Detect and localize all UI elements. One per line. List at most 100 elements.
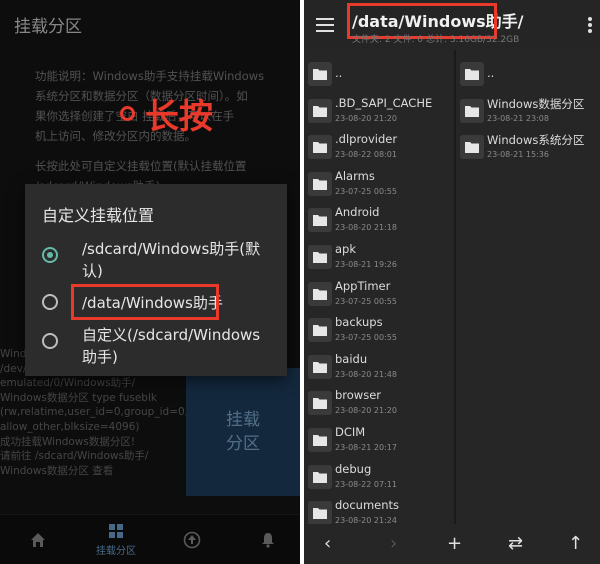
folder-row[interactable]: documents 23-08-20 21:24 xyxy=(304,495,454,524)
log-line: 请前往 /sdcard/Windows助手/ xyxy=(0,450,149,463)
folder-row[interactable]: baidu 23-08-20 21:48 xyxy=(304,349,454,385)
folder-row[interactable]: Android 23-08-20 21:18 xyxy=(304,202,454,238)
home-icon xyxy=(31,533,45,547)
folder-name: baidu xyxy=(335,351,368,366)
highlight-box xyxy=(71,284,219,320)
folder-date: 23-08-20 21:24 xyxy=(335,516,397,524)
custom-mount-location-dialog: 自定义挂载位置 /sdcard/Windows助手(默 认) /data/Win… xyxy=(25,184,287,376)
folder-icon xyxy=(308,501,332,524)
folder-name: backups xyxy=(335,315,383,330)
file-manager-toolbar: /data/Windows助手/ 文件夹: 2 文件: 0 总计: 3.16GB… xyxy=(304,0,600,50)
forward-arrow-icon[interactable]: › xyxy=(390,534,397,554)
folder-row[interactable]: Alarms 23-07-25 00:55 xyxy=(304,166,454,202)
more-options-icon[interactable] xyxy=(588,17,592,35)
nav-upload[interactable] xyxy=(174,515,210,564)
nav-mount-partition[interactable]: 挂载分区 xyxy=(88,515,144,564)
folder-icon xyxy=(308,318,332,343)
option-sdcard-default[interactable]: /sdcard/Windows助手(默 认) xyxy=(25,238,287,288)
log-line: emulated/0/Windows助手/ xyxy=(0,377,136,390)
dialog-title: 自定义挂载位置 xyxy=(42,206,155,225)
radio-unselected-icon[interactable] xyxy=(42,294,58,310)
folder-row[interactable]: .BD_SAPI_CACHE 23-08-20 21:20 xyxy=(304,93,454,129)
folder-name: Windows数据分区 xyxy=(487,96,585,111)
folder-name: AppTimer xyxy=(335,278,391,293)
folder-icon xyxy=(308,354,332,379)
swap-icon[interactable]: ⇄ xyxy=(508,534,523,554)
folder-date: 23-08-21 20:17 xyxy=(335,443,397,452)
folder-date: 23-07-25 00:55 xyxy=(335,186,397,196)
folder-name: Alarms xyxy=(335,168,375,183)
folder-row[interactable]: .. xyxy=(304,56,454,92)
folder-date: 23-08-22 07:11 xyxy=(335,479,397,489)
mount-button-label: 分区 xyxy=(226,434,260,454)
folder-icon xyxy=(460,98,484,123)
folder-date: 23-08-22 08:01 xyxy=(335,150,397,160)
folder-name: Windows系统分区 xyxy=(487,133,585,148)
option-label: 自定义(/sdcard/Windows 助手) xyxy=(82,324,272,368)
folder-icon xyxy=(460,62,484,86)
option-label-line: 认) xyxy=(82,262,103,280)
folder-row[interactable]: .. xyxy=(456,56,600,92)
option-label-line: 助手) xyxy=(82,348,118,366)
folder-icon xyxy=(308,391,332,416)
folder-row[interactable]: Windows数据分区 23-08-21 23:08 xyxy=(456,93,600,129)
app-title: 挂载分区 xyxy=(14,17,82,37)
folder-date: 23-08-21 15:36 xyxy=(487,150,549,160)
folder-date: 23-08-20 21:48 xyxy=(335,369,397,379)
log-line: Windows数据分区 查看 xyxy=(0,464,114,477)
option-label: /sdcard/Windows助手(默 认) xyxy=(82,238,272,282)
back-arrow-icon[interactable]: ‹ xyxy=(324,534,331,554)
folder-row[interactable]: .dlprovider 23-08-22 08:01 xyxy=(304,129,454,165)
radio-selected-icon[interactable] xyxy=(42,247,58,263)
folder-icon xyxy=(308,98,332,123)
folder-date: 23-08-20 21:20 xyxy=(335,406,397,416)
nav-home[interactable] xyxy=(20,515,56,564)
folder-icon xyxy=(308,464,332,489)
nav-notifications[interactable] xyxy=(250,515,286,564)
option-custom[interactable]: 自定义(/sdcard/Windows 助手) xyxy=(25,324,287,374)
folder-row[interactable]: browser 23-08-20 21:20 xyxy=(304,385,454,421)
long-press-hint-line: 长按此处可自定义挂载位置(默认挂载位置 xyxy=(35,159,247,173)
folder-row[interactable]: debug 23-08-22 07:11 xyxy=(304,459,454,495)
up-arrow-icon[interactable]: ↑ xyxy=(568,534,583,554)
folder-name: .dlprovider xyxy=(335,132,398,147)
storage-info: 文件夹: 2 文件: 0 总计: 3.16GB/32.2GB xyxy=(352,35,520,45)
nav-label: 挂载分区 xyxy=(96,546,136,557)
folder-icon xyxy=(308,171,332,196)
folder-name: .. xyxy=(335,66,343,80)
folder-name: .BD_SAPI_CACHE xyxy=(335,95,433,110)
log-line: (rw,relatime,user_id=0,group_id=0, xyxy=(0,406,186,419)
folder-row[interactable]: AppTimer 23-07-25 00:55 xyxy=(304,276,454,312)
folder-icon xyxy=(308,281,332,306)
folder-name: browser xyxy=(335,388,382,403)
touch-point-icon xyxy=(120,106,135,121)
folder-row[interactable]: DCIM 23-08-21 20:17 xyxy=(304,422,454,458)
folder-date: 23-08-20 21:20 xyxy=(335,113,397,123)
right-file-pane: .. Windows数据分区 23-08-21 23:08 Windows系统分区 23… xyxy=(456,50,600,524)
folder-row[interactable]: apk 23-08-21 19:26 xyxy=(304,239,454,275)
upload-circle-icon xyxy=(183,531,201,549)
log-line: Windows数据分区 type fuseblk xyxy=(0,391,157,404)
left-file-pane: .. .BD_SAPI_CACHE 23-08-20 21:20 .dlprovide… xyxy=(304,50,454,524)
folder-date: 23-08-21 23:08 xyxy=(487,113,549,123)
radio-unselected-icon[interactable] xyxy=(42,333,58,349)
folder-icon xyxy=(308,62,332,86)
folder-name: DCIM xyxy=(335,425,366,439)
long-press-label: 长按 xyxy=(145,97,213,137)
description-line: 功能说明：Windows助手支持挂载Windows xyxy=(35,69,265,83)
left-screen: 挂载分区 功能说明：Windows助手支持挂载Windows 系统分区和数据分区… xyxy=(0,0,300,564)
folder-row[interactable]: Windows系统分区 23-08-21 15:36 xyxy=(456,129,600,165)
folder-date: 23-08-21 19:26 xyxy=(335,260,397,269)
option-data-windows[interactable]: /data/Windows助手 xyxy=(25,284,287,320)
folder-name: apk xyxy=(335,242,357,256)
file-action-bar: ‹ › + ⇄ ↑ xyxy=(304,524,600,564)
menu-icon[interactable] xyxy=(316,18,334,32)
mount-partition-button[interactable]: 挂载 分区 xyxy=(186,368,300,496)
log-line: 成功挂载Windows数据分区! xyxy=(0,435,136,448)
grid-icon xyxy=(109,524,123,538)
add-icon[interactable]: + xyxy=(447,534,462,554)
bell-icon xyxy=(262,533,274,548)
folder-row[interactable]: backups 23-07-25 00:55 xyxy=(304,312,454,348)
right-screen: /data/Windows助手/ 文件夹: 2 文件: 0 总计: 3.16GB… xyxy=(304,0,600,564)
folder-icon xyxy=(308,208,332,233)
